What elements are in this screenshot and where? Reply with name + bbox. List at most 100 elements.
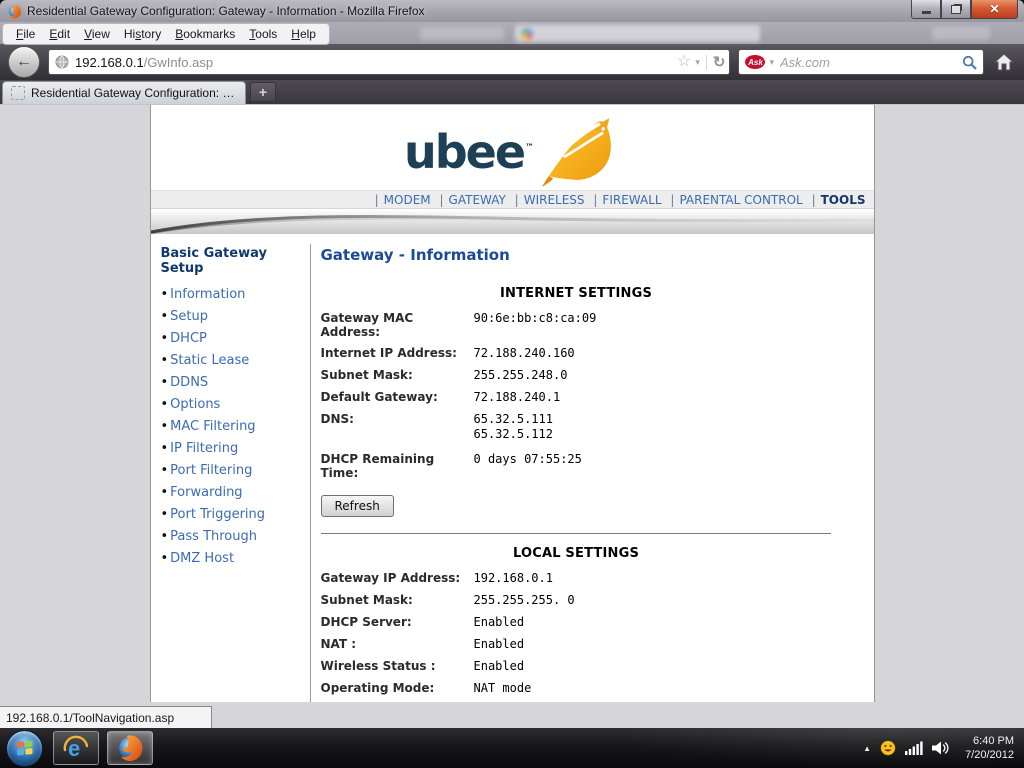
- sidebar-item[interactable]: •DMZ Host: [161, 548, 310, 570]
- tab-title: Residential Gateway Configuration: Gate.…: [31, 86, 237, 100]
- settings-row: NAT : Enabled: [321, 637, 832, 652]
- bookmark-star-icon[interactable]: ☆: [677, 54, 691, 70]
- search-input[interactable]: [778, 54, 958, 71]
- bullet-icon: •: [161, 397, 169, 412]
- tray-expand-icon[interactable]: ▲: [863, 744, 871, 753]
- sidebar-item[interactable]: •IP Filtering: [161, 438, 310, 460]
- start-button[interactable]: [6, 730, 43, 767]
- sidebar-item[interactable]: •Forwarding: [161, 482, 310, 504]
- url-bar[interactable]: 192.168.0.1/GwInfo.asp ☆ ▾ ↻: [48, 49, 730, 75]
- nav-separator: |: [670, 193, 674, 207]
- setting-label: DHCP Remaining Time:: [321, 452, 474, 480]
- background-window-blur: [932, 27, 990, 40]
- sidebar-item[interactable]: •DDNS: [161, 372, 310, 394]
- home-button[interactable]: [992, 53, 1016, 71]
- window-controls: ✕: [911, 0, 1018, 19]
- close-icon: ✕: [989, 3, 999, 15]
- bullet-icon: •: [161, 419, 169, 434]
- new-tab-button[interactable]: +: [250, 82, 276, 102]
- setting-value: 65.32.5.11165.32.5.112: [474, 412, 553, 442]
- bookmark-caret-icon[interactable]: ▾: [695, 57, 700, 68]
- globe-icon: [55, 55, 69, 69]
- site-nav-item[interactable]: |GATEWAY: [434, 193, 505, 207]
- setting-value: Enabled: [474, 615, 525, 630]
- gateway-config-page: ubee™ |MODEM |GATEWAY: [150, 105, 875, 702]
- bullet-icon: •: [161, 441, 169, 456]
- nav-separator: |: [593, 193, 597, 207]
- settings-row: Internet IP Address: 72.188.240.160: [321, 346, 832, 361]
- sidebar-item[interactable]: •DHCP: [161, 328, 310, 350]
- section-divider: [321, 533, 831, 534]
- window-title: Residential Gateway Configuration: Gatew…: [27, 4, 425, 18]
- firefox-icon: [7, 4, 22, 19]
- site-nav-item[interactable]: |PARENTAL CONTROL: [665, 193, 802, 207]
- setting-value: NAT mode: [474, 681, 532, 696]
- url-host: 192.168.0.1: [75, 55, 144, 70]
- site-nav-item[interactable]: |MODEM: [370, 193, 431, 207]
- setting-label: DNS:: [321, 412, 474, 442]
- local-settings-table: Gateway IP Address: 192.168.0.1 Subnet M…: [321, 571, 832, 702]
- sidebar-item[interactable]: •Port Filtering: [161, 460, 310, 482]
- sidebar: Basic Gateway Setup •Information •Setup …: [151, 244, 311, 702]
- svg-text:e: e: [68, 736, 80, 761]
- site-nav-item[interactable]: |WIRELESS: [510, 193, 585, 207]
- internet-settings-title: INTERNET SETTINGS: [321, 286, 832, 301]
- bullet-icon: •: [161, 375, 169, 390]
- menu-item[interactable]: Bookmarks: [168, 27, 242, 41]
- refresh-button[interactable]: Refresh: [321, 495, 394, 517]
- setting-value: 72.188.240.1: [474, 390, 561, 405]
- restore-button[interactable]: [941, 0, 971, 19]
- search-magnifier-icon[interactable]: [962, 55, 977, 70]
- menu-item[interactable]: Edit: [42, 27, 77, 41]
- setting-value: 0 days 07:55:25: [474, 452, 582, 480]
- background-window-blur: [515, 25, 760, 42]
- settings-row: Gateway MAC Address: 90:6e:bb:c8:ca:09: [321, 311, 832, 339]
- back-button[interactable]: ←: [8, 46, 40, 78]
- logo-row: ubee™: [151, 105, 874, 190]
- taskbar-firefox-button[interactable]: [107, 731, 153, 765]
- setting-value: 255.255.248.0: [474, 368, 568, 383]
- sidebar-item[interactable]: •Port Triggering: [161, 504, 310, 526]
- ask-logo-icon[interactable]: Ask: [745, 55, 765, 69]
- minimize-button[interactable]: [911, 0, 941, 19]
- menu-bar: File Edit View History Bookmarks Tools H…: [0, 22, 1024, 44]
- menu-item[interactable]: View: [77, 27, 117, 41]
- bullet-icon: •: [161, 485, 169, 500]
- sidebar-item[interactable]: •MAC Filtering: [161, 416, 310, 438]
- speaker-icon[interactable]: [932, 741, 950, 755]
- nav-separator: |: [515, 193, 519, 207]
- site-nav: |MODEM |GATEWAY |WIRELESS |FIREWALL |PAR…: [151, 190, 874, 208]
- active-tab[interactable]: Residential Gateway Configuration: Gate.…: [2, 81, 246, 104]
- sidebar-item[interactable]: •Pass Through: [161, 526, 310, 548]
- network-signal-icon[interactable]: [905, 741, 923, 755]
- site-nav-item[interactable]: |TOOLS: [807, 193, 866, 207]
- bullet-icon: •: [161, 529, 169, 544]
- url-path: /GwInfo.asp: [144, 55, 213, 70]
- taskbar-ie-button[interactable]: e: [53, 731, 99, 765]
- page-content: Basic Gateway Setup •Information •Setup …: [151, 234, 874, 702]
- sidebar-item[interactable]: •Options: [161, 394, 310, 416]
- menu-item[interactable]: History: [117, 27, 168, 41]
- setting-label: Wireless Status :: [321, 659, 474, 674]
- bullet-icon: •: [161, 507, 169, 522]
- site-nav-item[interactable]: |FIREWALL: [588, 193, 661, 207]
- menu-item[interactable]: Tools: [242, 27, 284, 41]
- taskbar-clock[interactable]: 6:40 PM 7/20/2012: [959, 734, 1014, 762]
- setting-label: Gateway MAC Address:: [321, 311, 474, 339]
- browser-viewport: ubee™ |MODEM |GATEWAY: [0, 104, 1024, 728]
- url-text[interactable]: 192.168.0.1/GwInfo.asp: [75, 55, 677, 70]
- messenger-smiley-icon[interactable]: [880, 740, 896, 756]
- sidebar-title: Basic Gateway Setup: [161, 246, 310, 276]
- close-button[interactable]: ✕: [971, 0, 1018, 19]
- menu-item[interactable]: File: [9, 27, 42, 41]
- sidebar-item[interactable]: •Static Lease: [161, 350, 310, 372]
- setting-value: 72.188.240.160: [474, 346, 575, 361]
- reload-icon[interactable]: ↻: [706, 55, 726, 70]
- search-engine-caret-icon[interactable]: ▾: [769, 57, 774, 68]
- search-box[interactable]: Ask ▾: [738, 49, 984, 75]
- menu-item[interactable]: Help: [284, 27, 323, 41]
- sidebar-item[interactable]: •Information: [161, 284, 310, 306]
- minimize-icon: [922, 11, 931, 14]
- page-title: Gateway - Information: [321, 246, 832, 264]
- sidebar-item[interactable]: •Setup: [161, 306, 310, 328]
